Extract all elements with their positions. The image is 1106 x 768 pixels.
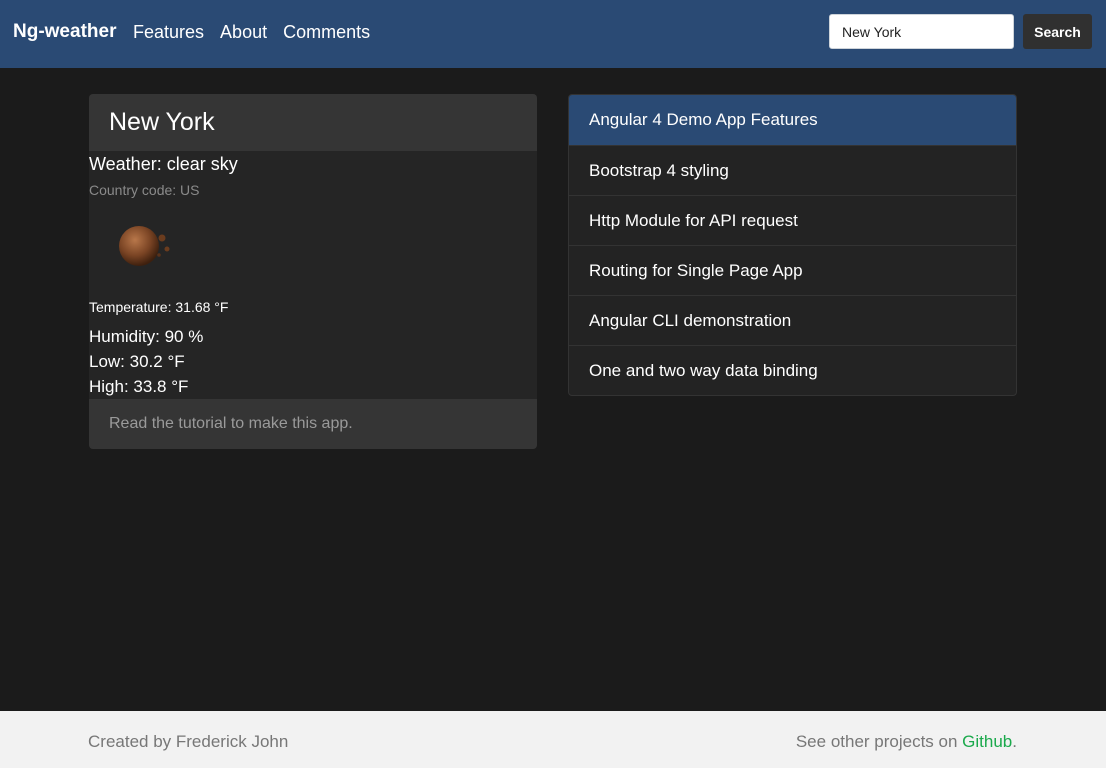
page-footer: Created by Frederick John See other proj… [0, 711, 1106, 768]
weather-card: New York Weather: clear sky Country code… [89, 94, 537, 449]
feature-item: Routing for Single Page App [569, 245, 1016, 295]
nav-comments[interactable]: Comments [283, 20, 370, 44]
clear-sky-icon [119, 226, 170, 266]
search-input[interactable] [829, 14, 1014, 49]
feature-header: Angular 4 Demo App Features [569, 95, 1016, 145]
humidity: Humidity: 90 % [89, 327, 204, 346]
feature-item: Bootstrap 4 styling [569, 145, 1016, 195]
tutorial-text[interactable]: Read the tutorial to make this app. [109, 415, 353, 432]
other-projects-text: See other projects on Github. [796, 731, 1017, 753]
nav-links: Features About Comments [133, 20, 386, 44]
city-title: New York [109, 108, 215, 136]
weather-card-footer: Read the tutorial to make this app. [89, 399, 537, 449]
see-other-label: See other projects on [795, 732, 963, 751]
temperature: Temperature: 31.68 °F [89, 299, 229, 315]
nav-features[interactable]: Features [133, 20, 204, 44]
created-by-text: Created by Frederick John [88, 732, 289, 751]
weather-card-body: Weather: clear sky Country code: US Temp… [89, 151, 537, 399]
feature-item: Angular CLI demonstration [569, 295, 1016, 345]
brand-link[interactable]: Ng-weather [13, 20, 116, 44]
nav-about[interactable]: About [220, 20, 267, 44]
feature-item: Http Module for API request [569, 195, 1016, 245]
weather-card-header: New York [89, 94, 537, 151]
search-button[interactable]: Search [1023, 14, 1092, 49]
navbar: Ng-weather Features About Comments Searc… [0, 0, 1106, 68]
low-temp: Low: 30.2 °F [89, 352, 185, 371]
high-temp: High: 33.8 °F [89, 377, 189, 396]
github-link[interactable]: Github [962, 732, 1012, 751]
features-list: Angular 4 Demo App Features Bootstrap 4 … [568, 94, 1017, 396]
country-code: Country code: US [89, 182, 200, 198]
feature-item: One and two way data binding [569, 345, 1016, 395]
weather-description: Weather: clear sky [89, 154, 238, 174]
footer-period: . [1012, 732, 1017, 751]
